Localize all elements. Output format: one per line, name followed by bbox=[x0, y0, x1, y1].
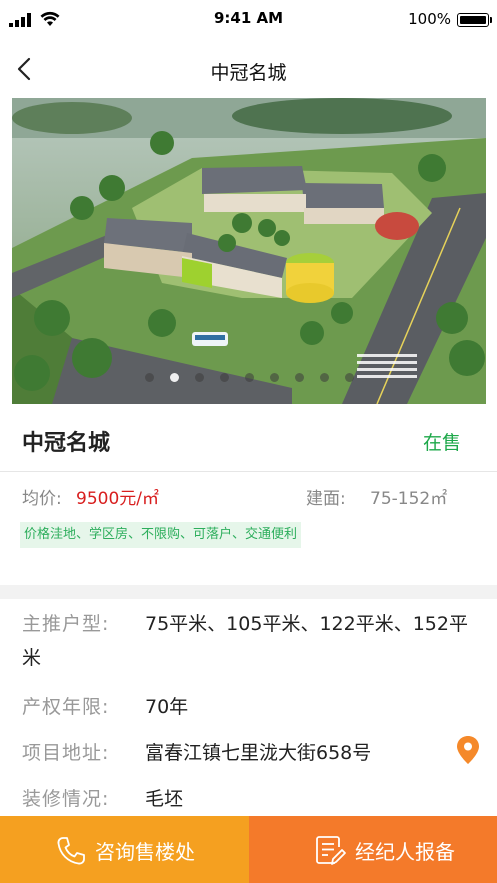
carousel-dot[interactable] bbox=[219, 373, 229, 382]
section-divider bbox=[0, 585, 497, 599]
decoration-value: 毛坯 bbox=[145, 788, 184, 810]
consult-sales-office-button[interactable]: 咨询售楼处 bbox=[0, 816, 249, 883]
battery-icon bbox=[457, 13, 492, 27]
agent-report-button[interactable]: 经纪人报备 bbox=[249, 816, 497, 883]
battery-percent: 100% bbox=[408, 10, 451, 28]
carousel-dot[interactable] bbox=[344, 373, 354, 382]
area-value: 75-152㎡ bbox=[370, 489, 448, 509]
phone-icon bbox=[57, 837, 85, 865]
sale-status-badge: 在售 bbox=[422, 432, 461, 454]
project-name: 中冠名城 bbox=[22, 431, 111, 456]
carousel-dot[interactable] bbox=[144, 373, 154, 382]
bottom-action-bar: 咨询售楼处 经纪人报备 bbox=[0, 816, 497, 883]
decoration-label: 装修情况: bbox=[22, 788, 110, 810]
project-aerial-image bbox=[12, 98, 486, 404]
carousel-dot[interactable] bbox=[319, 373, 329, 382]
project-image-carousel[interactable] bbox=[12, 98, 486, 404]
avg-price-label: 均价: bbox=[22, 489, 62, 509]
info-row-layout: 主推户型: 75平米、105平米、122平米、152平米 bbox=[22, 607, 482, 675]
map-pin-icon[interactable] bbox=[455, 735, 481, 765]
term-value: 70年 bbox=[145, 696, 189, 718]
address-label: 项目地址: bbox=[22, 742, 110, 764]
layout-label: 主推户型: bbox=[22, 613, 110, 635]
status-bar: 9:41 AM 100% bbox=[0, 0, 497, 40]
carousel-dot[interactable] bbox=[294, 373, 304, 382]
carousel-dot[interactable] bbox=[269, 373, 279, 382]
carousel-dot-active[interactable] bbox=[169, 373, 179, 382]
nav-bar: 中冠名城 bbox=[0, 40, 497, 98]
carousel-dot[interactable] bbox=[194, 373, 204, 382]
agent-label: 经纪人报备 bbox=[355, 840, 455, 864]
address-value: 富春江镇七里泷大街658号 bbox=[145, 742, 372, 764]
area-label: 建面: bbox=[306, 489, 346, 509]
feature-tags: 价格洼地、学区房、不限购、可落户、交通便利 bbox=[20, 522, 302, 548]
project-header: 中冠名城 在售 bbox=[0, 404, 497, 472]
avg-price-value: 9500元/㎡ bbox=[76, 489, 159, 509]
edit-document-icon bbox=[316, 836, 346, 865]
term-label: 产权年限: bbox=[22, 696, 110, 718]
carousel-indicator bbox=[12, 367, 486, 386]
page-title: 中冠名城 bbox=[210, 62, 287, 84]
price-row: 均价: 9500元/㎡ 建面: 75-152㎡ bbox=[0, 472, 497, 512]
consult-label: 咨询售楼处 bbox=[95, 840, 195, 864]
carousel-dot[interactable] bbox=[244, 373, 254, 382]
